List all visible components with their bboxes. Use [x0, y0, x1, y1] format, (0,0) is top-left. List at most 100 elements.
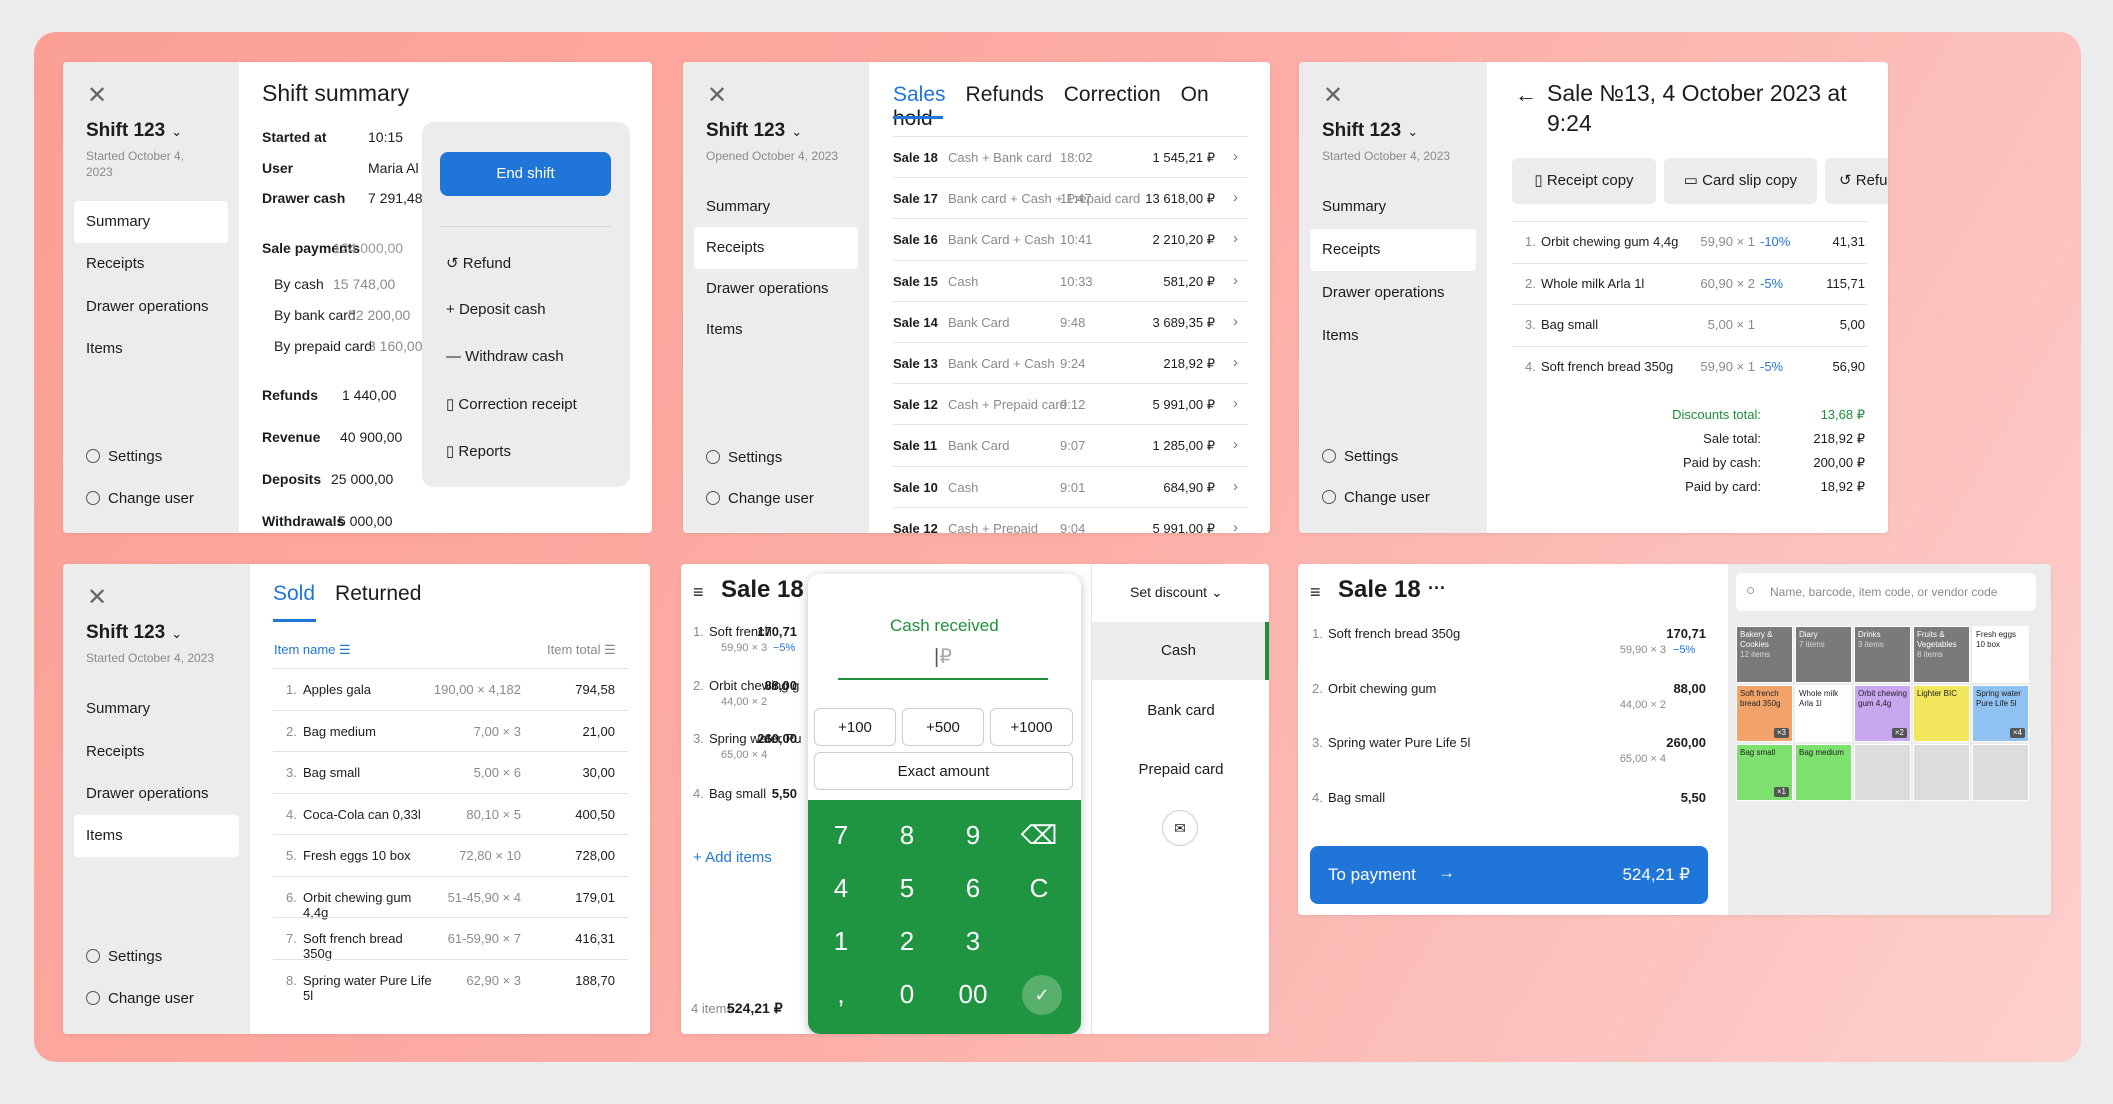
- key-9[interactable]: 9: [940, 820, 1006, 851]
- catalog-tile[interactable]: Fresh eggs 10 box: [1972, 626, 2029, 683]
- method-cash[interactable]: Cash: [1092, 622, 1269, 680]
- close-icon[interactable]: ✕: [87, 84, 107, 108]
- search-input[interactable]: ○ Name, barcode, item code, or vendor co…: [1736, 573, 2036, 611]
- chevron-right-icon[interactable]: ›: [1233, 313, 1238, 330]
- column-item-total[interactable]: Item total ☰: [547, 642, 616, 658]
- sidebar-item-drawer-operations[interactable]: Drawer operations: [694, 268, 858, 310]
- deposit-cash-menu-item[interactable]: + Deposit cash: [446, 301, 546, 318]
- chevron-right-icon[interactable]: ›: [1233, 148, 1238, 165]
- quick-amount-500[interactable]: +500: [902, 708, 984, 746]
- sale-id[interactable]: Sale 14: [893, 315, 938, 330]
- catalog-tile[interactable]: Whole milk Arla 1l: [1795, 685, 1852, 742]
- key-C[interactable]: C: [1006, 873, 1072, 904]
- chevron-right-icon[interactable]: ›: [1233, 436, 1238, 453]
- catalog-tile[interactable]: Soft french bread 350g ×3: [1736, 685, 1793, 742]
- tab-sold[interactable]: Sold: [273, 582, 315, 605]
- back-arrow-icon[interactable]: ←: [1515, 82, 1537, 108]
- sidebar-item-summary[interactable]: Summary: [74, 201, 228, 243]
- sale-id[interactable]: Sale 13: [893, 356, 938, 371]
- sale-id[interactable]: Sale 12: [893, 521, 938, 533]
- sale-id[interactable]: Sale 12: [893, 397, 938, 412]
- change-user-button[interactable]: Change user: [706, 490, 814, 507]
- chevron-right-icon[interactable]: ›: [1233, 519, 1238, 533]
- chevron-right-icon[interactable]: ›: [1233, 478, 1238, 495]
- settings-button[interactable]: Settings: [86, 448, 162, 465]
- key-0[interactable]: 0: [874, 979, 940, 1010]
- change-user-button[interactable]: Change user: [86, 990, 194, 1007]
- end-shift-button[interactable]: End shift: [440, 152, 611, 196]
- catalog-tile[interactable]: Orbit chewing gum 4,4g ×2: [1854, 685, 1911, 742]
- sidebar-item-drawer-operations[interactable]: Drawer operations: [74, 773, 239, 815]
- settings-button[interactable]: Settings: [706, 449, 782, 466]
- sale-id[interactable]: Sale 10: [893, 480, 938, 495]
- quick-amount-100[interactable]: +100: [814, 708, 896, 746]
- catalog-tile[interactable]: Lighter BIC: [1913, 685, 1970, 742]
- key-6[interactable]: 6: [940, 873, 1006, 904]
- backspace-key[interactable]: ⌫: [1006, 820, 1072, 851]
- menu-icon[interactable]: ≡: [1310, 582, 1321, 603]
- confirm-key[interactable]: ✓: [1022, 975, 1062, 1015]
- catalog-tile[interactable]: Drinks 3 items: [1854, 626, 1911, 683]
- sidebar-item-summary[interactable]: Summary: [694, 186, 858, 228]
- receipt-copy-button[interactable]: ▯ Receipt copy: [1512, 158, 1656, 204]
- sidebar-item-items[interactable]: Items: [694, 309, 858, 351]
- sidebar-item-items[interactable]: Items: [74, 328, 228, 370]
- sidebar-item-items[interactable]: Items: [74, 815, 239, 857]
- close-icon[interactable]: ✕: [707, 84, 727, 108]
- sidebar-item-receipts[interactable]: Receipts: [1310, 229, 1476, 271]
- exact-amount-button[interactable]: Exact amount: [814, 752, 1073, 790]
- catalog-tile[interactable]: Spring water Pure Life 5l ×4: [1972, 685, 2029, 742]
- shift-selector[interactable]: Shift 123 ⌄: [1322, 120, 1418, 142]
- sale-id[interactable]: Sale 16: [893, 232, 938, 247]
- key-4[interactable]: 4: [808, 873, 874, 904]
- shift-selector[interactable]: Shift 123 ⌄: [706, 120, 802, 142]
- refund-button[interactable]: ↺ Refund: [1825, 158, 1888, 204]
- sale-id[interactable]: Sale 17: [893, 191, 938, 206]
- column-item-name[interactable]: Item name ☰: [274, 642, 351, 658]
- key-7[interactable]: 7: [808, 820, 874, 851]
- set-discount-button[interactable]: Set discount ⌄: [1130, 584, 1223, 601]
- correction-receipt-menu-item[interactable]: ▯ Correction receipt: [446, 395, 577, 413]
- chevron-right-icon[interactable]: ›: [1233, 272, 1238, 289]
- sidebar-item-summary[interactable]: Summary: [1310, 186, 1476, 228]
- quick-amount-1000[interactable]: +1000: [990, 708, 1073, 746]
- tab-returned[interactable]: Returned: [335, 582, 421, 605]
- tab-refunds[interactable]: Refunds: [966, 83, 1044, 106]
- card-slip-copy-button[interactable]: ▭ Card slip copy: [1664, 158, 1817, 204]
- reports-menu-item[interactable]: ▯ Reports: [446, 442, 511, 460]
- close-icon[interactable]: ✕: [1323, 84, 1343, 108]
- sidebar-item-receipts[interactable]: Receipts: [694, 227, 858, 269]
- method-bank-card[interactable]: Bank card: [1092, 682, 1269, 740]
- email-icon[interactable]: ✉: [1162, 810, 1198, 846]
- catalog-tile[interactable]: Bag medium: [1795, 744, 1852, 801]
- sidebar-item-summary[interactable]: Summary: [74, 688, 239, 730]
- sidebar-item-items[interactable]: Items: [1310, 315, 1476, 357]
- tab-correction[interactable]: Correction: [1064, 83, 1161, 106]
- catalog-tile[interactable]: Bakery & Cookies 12 items: [1736, 626, 1793, 683]
- sale-id[interactable]: Sale 11: [893, 438, 937, 453]
- chevron-right-icon[interactable]: ›: [1233, 395, 1238, 412]
- chevron-right-icon[interactable]: ›: [1233, 189, 1238, 206]
- key-1[interactable]: 1: [808, 926, 874, 957]
- withdraw-cash-menu-item[interactable]: — Withdraw cash: [446, 348, 564, 365]
- key-8[interactable]: 8: [874, 820, 940, 851]
- shift-selector[interactable]: Shift 123 ⌄: [86, 120, 182, 142]
- menu-icon[interactable]: ≡: [693, 582, 704, 603]
- key-,[interactable]: ,: [808, 979, 874, 1010]
- chevron-right-icon[interactable]: ›: [1233, 230, 1238, 247]
- tab-sales[interactable]: Sales: [893, 83, 946, 106]
- catalog-tile[interactable]: Bag small ×1: [1736, 744, 1793, 801]
- shift-selector[interactable]: Shift 123 ⌄: [86, 622, 182, 644]
- sidebar-item-receipts[interactable]: Receipts: [74, 731, 239, 773]
- to-payment-button[interactable]: To payment → 524,21 ₽: [1310, 846, 1708, 904]
- sidebar-item-drawer-operations[interactable]: Drawer operations: [1310, 272, 1476, 314]
- chevron-right-icon[interactable]: ›: [1233, 354, 1238, 371]
- more-icon[interactable]: ···: [1428, 578, 1446, 599]
- cash-input[interactable]: |₽: [838, 644, 1048, 680]
- sidebar-item-receipts[interactable]: Receipts: [74, 243, 228, 285]
- refund-menu-item[interactable]: ↺ Refund: [446, 254, 511, 272]
- add-items-button[interactable]: + Add items: [693, 849, 772, 866]
- key-5[interactable]: 5: [874, 873, 940, 904]
- catalog-tile[interactable]: Fruits & Vegetables 8 items: [1913, 626, 1970, 683]
- sidebar-item-drawer-operations[interactable]: Drawer operations: [74, 286, 228, 328]
